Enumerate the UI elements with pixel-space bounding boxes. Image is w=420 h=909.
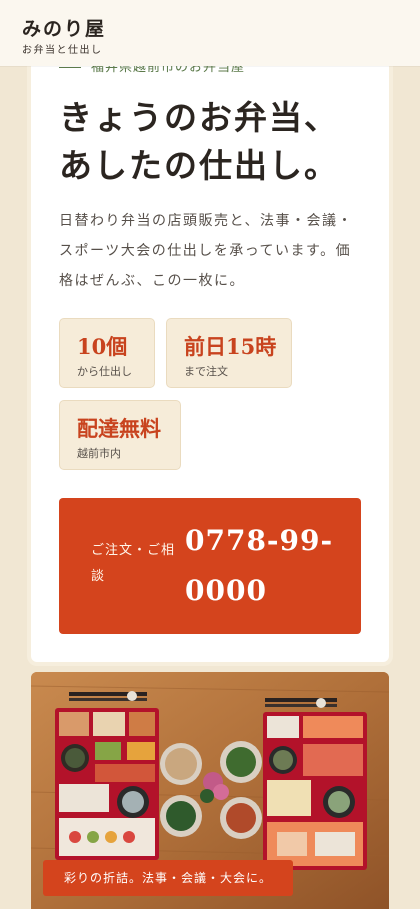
fact-order-deadline: 前日15時 まで注文 [166, 318, 292, 388]
photo-caption: 彩りの折詰。法事・会議・大会に。 [43, 860, 293, 896]
bento-photo: 彩りの折詰。法事・会議・大会に。 [31, 672, 389, 909]
fact-label: から仕出し [77, 365, 132, 378]
brand-name[interactable]: みのり屋 [22, 14, 106, 41]
cta-label: ご注文・ご相談 [91, 543, 176, 584]
eyebrow-rule [59, 67, 81, 68]
fact-min-order: 10個 から仕出し [59, 318, 155, 388]
hero-title-line-2: あしたの仕出し。 [59, 146, 339, 185]
bento-illustration: 彩りの折詰。法事・会議・大会に。 [31, 672, 389, 909]
site-header: みのり屋 お弁当と仕出し [0, 0, 420, 66]
hero-title-line-1: きょうのお弁当、 [59, 98, 339, 137]
hero-card: 福井県越前市のお弁当屋 きょうのお弁当、 あしたの仕出し。 日替わり弁当の店頭販… [31, 40, 389, 662]
fact-value: 配達無料 [77, 416, 161, 441]
cta-phone-number[interactable]: 0778-99-0000 [185, 516, 335, 616]
hero-lead: 日替わり弁当の店頭販売と、法事・会議・スポーツ大会の仕出しを承っています。価格は… [59, 213, 353, 289]
fact-value: 前日15時 [184, 334, 277, 359]
hero-title: きょうのお弁当、 あしたの仕出し。 [59, 94, 369, 190]
call-order-button[interactable]: ご注文・ご相談 0778-99-0000 [59, 498, 361, 634]
brand-tagline: お弁当と仕出し [22, 45, 103, 56]
fact-free-delivery: 配達無料 越前市内 [59, 400, 181, 470]
fact-label: まで注文 [184, 365, 228, 378]
fact-label: 越前市内 [77, 447, 121, 460]
fact-value: 10個 [77, 334, 128, 359]
